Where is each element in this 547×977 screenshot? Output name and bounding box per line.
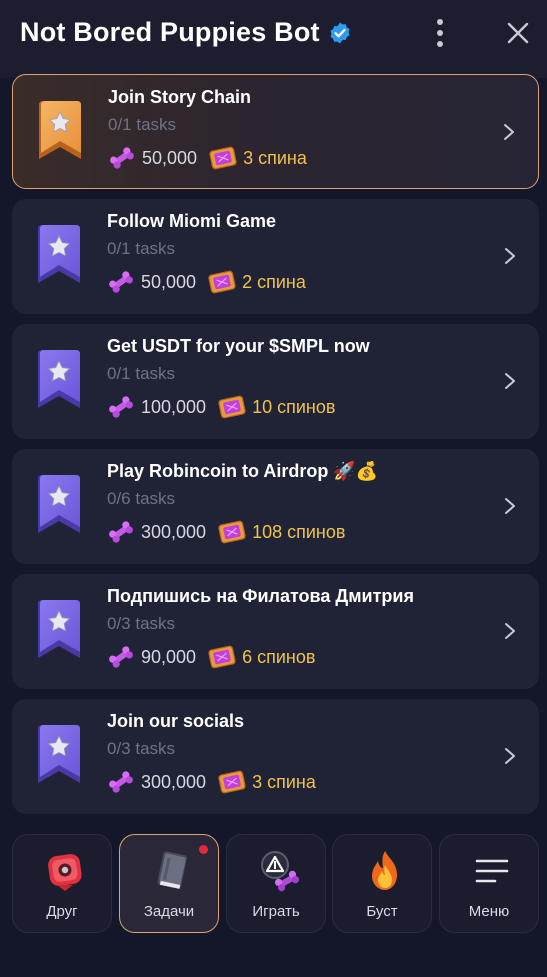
bot-name: Not Bored Puppies Bot xyxy=(20,17,320,47)
task-rewards: 100,000 10 спинов xyxy=(107,393,335,421)
boost-fire-icon xyxy=(372,851,397,890)
chevron-right-icon xyxy=(505,373,515,389)
task-card[interactable]: Join our socials 0/3 tasks 300,000 3 спи… xyxy=(12,699,539,814)
nav-friend[interactable]: Друг xyxy=(12,834,112,933)
task-progress: 0/1 tasks xyxy=(107,364,176,383)
menu-icon xyxy=(475,859,509,883)
spin-ticket-icon xyxy=(218,395,246,419)
bones-reward: 90,000 xyxy=(141,646,197,667)
bone-icon xyxy=(110,147,134,169)
spins-reward: 2 спина xyxy=(242,271,306,292)
bones-reward: 300,000 xyxy=(141,771,207,792)
spins-reward: 108 спинов xyxy=(252,521,346,542)
task-rewards: 50,000 3 спина xyxy=(108,144,307,172)
task-card[interactable]: Play Robincoin to Airdrop 🚀💰 0/6 tasks 3… xyxy=(12,449,539,564)
task-rewards: 90,000 6 спинов xyxy=(107,643,315,671)
task-title: Play Robincoin to Airdrop 🚀💰 xyxy=(107,461,379,481)
task-title: Подпишись на Филатова Дмитрия xyxy=(107,586,414,606)
bones-reward: 50,000 xyxy=(141,271,197,292)
verified-badge-icon xyxy=(330,22,350,43)
spins-reward: 3 спина xyxy=(252,771,316,792)
bookmark-star-icon xyxy=(39,101,81,159)
bone-icon xyxy=(109,771,133,793)
header-bar: Not Bored Puppies Bot xyxy=(0,0,547,78)
task-title: Join Story Chain xyxy=(108,87,252,107)
chevron-right-icon xyxy=(505,498,515,514)
bones-reward: 300,000 xyxy=(141,521,207,542)
nav-label-boost: Буст xyxy=(366,903,398,920)
bones-reward: 50,000 xyxy=(142,147,198,168)
chevron-right-icon xyxy=(505,623,515,639)
bone-icon xyxy=(109,646,133,668)
task-rewards: 300,000 3 спина xyxy=(107,768,316,796)
chevron-right-icon xyxy=(505,748,515,764)
task-card[interactable]: Follow Miomi Game 0/1 tasks 50,000 2 спи… xyxy=(12,199,539,314)
notification-dot xyxy=(199,845,208,854)
spins-reward: 10 спинов xyxy=(252,396,336,417)
bone-icon xyxy=(109,396,133,418)
nav-menu[interactable]: Меню xyxy=(439,834,539,933)
spin-ticket-icon xyxy=(218,520,246,544)
nav-boost[interactable]: Буст xyxy=(332,834,432,933)
task-card[interactable]: Join Story Chain 0/1 tasks 50,000 3 спин… xyxy=(12,74,539,189)
spins-reward: 3 спина xyxy=(243,147,307,168)
close-icon[interactable] xyxy=(503,18,533,48)
nav-label-friend: Друг xyxy=(46,903,78,920)
nav-label-tasks: Задачи xyxy=(143,903,195,920)
task-rewards: 50,000 2 спина xyxy=(107,268,306,296)
bookmark-star-icon xyxy=(38,725,80,783)
nav-tasks[interactable]: Задачи xyxy=(119,834,219,933)
task-card[interactable]: Подпишись на Филатова Дмитрия 0/3 tasks … xyxy=(12,574,539,689)
bookmark-star-icon xyxy=(38,475,80,533)
bones-reward: 100,000 xyxy=(141,396,207,417)
task-progress: 0/3 tasks xyxy=(107,739,176,758)
task-title: Follow Miomi Game xyxy=(107,211,277,231)
kebab-menu-icon[interactable] xyxy=(426,18,454,48)
bookmark-star-icon xyxy=(38,350,80,408)
tasks-book-icon xyxy=(157,851,187,889)
chevron-right-icon xyxy=(504,124,514,140)
bookmark-star-icon xyxy=(38,600,80,658)
task-title: Join our socials xyxy=(107,711,245,731)
bone-icon xyxy=(109,521,133,543)
friend-icon xyxy=(48,854,82,891)
task-progress: 0/3 tasks xyxy=(107,614,176,633)
nav-label-play: Играть xyxy=(252,903,300,920)
task-progress: 0/1 tasks xyxy=(107,239,176,258)
task-progress: 0/6 tasks xyxy=(107,489,176,508)
spins-reward: 6 спинов xyxy=(242,646,316,667)
spin-ticket-icon xyxy=(208,645,236,669)
bone-icon xyxy=(109,271,133,293)
task-rewards: 300,000 108 спинов xyxy=(107,518,345,546)
task-progress: 0/1 tasks xyxy=(108,115,177,134)
play-icon xyxy=(261,851,300,892)
spin-ticket-icon xyxy=(218,770,246,794)
nav-label-menu: Меню xyxy=(468,903,510,920)
nav-play[interactable]: Играть xyxy=(226,834,326,933)
spin-ticket-icon xyxy=(209,146,237,170)
bookmark-star-icon xyxy=(38,225,80,283)
task-title: Get USDT for your $SMPL now xyxy=(107,336,370,356)
task-card[interactable]: Get USDT for your $SMPL now 0/1 tasks 10… xyxy=(12,324,539,439)
spin-ticket-icon xyxy=(208,270,236,294)
chevron-right-icon xyxy=(505,248,515,264)
app-title: Not Bored Puppies Bot xyxy=(20,17,352,48)
